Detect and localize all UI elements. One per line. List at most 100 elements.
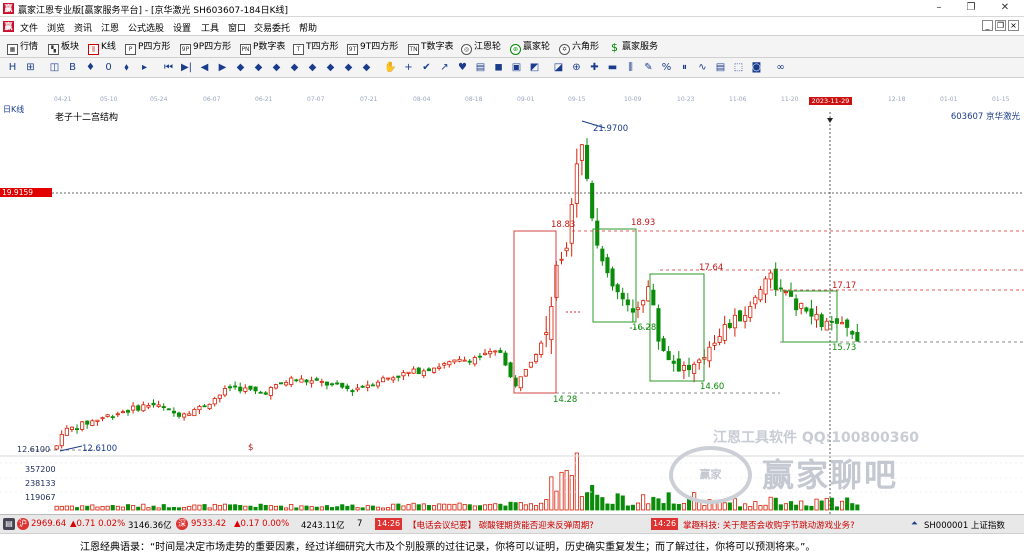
toolbar-9t-square-button[interactable]: 9T 9T四方形	[347, 40, 398, 55]
mdi-restore-button[interactable]: ❐	[995, 20, 1006, 31]
candle-body	[738, 310, 743, 322]
toolbar-p-table-button[interactable]: PN P数字表	[240, 40, 285, 55]
candle-body	[258, 391, 263, 394]
toolbar-quotes-button[interactable]: ▦ 行情	[7, 40, 38, 55]
draw-tool-icon[interactable]: ◆	[360, 61, 373, 74]
draw-tool-icon[interactable]: +	[402, 61, 415, 74]
period-button[interactable]: 日K线	[3, 104, 24, 115]
volume-bar	[340, 504, 345, 511]
draw-tool-icon[interactable]: ⊞	[24, 61, 37, 74]
volume-bar	[528, 503, 533, 511]
draw-tool-icon[interactable]: ◩	[528, 61, 541, 74]
menu-help[interactable]: 帮助	[299, 21, 317, 34]
draw-tool-icon[interactable]: ✔	[420, 61, 433, 74]
volume-bar	[738, 506, 743, 511]
menu-file[interactable]: 文件	[20, 21, 38, 34]
draw-tool-icon[interactable]: ♥	[456, 61, 469, 74]
draw-tool-icon[interactable]: B	[66, 61, 79, 74]
candle-body	[671, 360, 676, 364]
close-button[interactable]: ✕	[998, 2, 1012, 14]
toolbar-hexagon-button[interactable]: ✡ 六角形	[559, 40, 599, 55]
menu-window[interactable]: 窗口	[228, 21, 246, 34]
app-menu-icon[interactable]: 赢	[3, 21, 14, 32]
toolbar-kline-button[interactable]: ⫼ K线	[88, 40, 116, 55]
draw-tool-icon[interactable]: ∿	[696, 61, 709, 74]
draw-tool-icon[interactable]: ✋	[384, 61, 397, 74]
draw-tool-icon[interactable]: ⊕	[570, 61, 583, 74]
draw-tool-icon[interactable]: ⫼	[624, 61, 637, 74]
toolbar-t-square-button[interactable]: T T四方形	[293, 40, 339, 55]
draw-tool-icon[interactable]: ▣	[510, 61, 523, 74]
draw-tool-icon[interactable]: ◆	[324, 61, 337, 74]
candle-body	[59, 433, 64, 447]
draw-tool-icon[interactable]: ◀	[198, 61, 211, 74]
draw-tool-icon[interactable]: ∞	[774, 61, 787, 74]
menu-info[interactable]: 资讯	[74, 21, 92, 34]
toolbar-gann-wheel-button[interactable]: ◎ 江恩轮	[461, 40, 501, 55]
menu-formula[interactable]: 公式选股	[128, 21, 164, 34]
toolbar-p-square-button[interactable]: P P四方形	[125, 40, 170, 55]
draw-tool-icon[interactable]: ✚	[588, 61, 601, 74]
volume-bar	[360, 507, 365, 511]
draw-tool-icon[interactable]: ◼	[492, 61, 505, 74]
news-headline[interactable]: 掌趣科技: 关于是否会收购字节跳动游戏业务?	[683, 519, 913, 531]
draw-tool-icon[interactable]: ◪	[552, 61, 565, 74]
minimize-button[interactable]: –	[932, 2, 946, 14]
candle-body	[416, 367, 421, 374]
draw-tool-icon[interactable]: ▤	[714, 61, 727, 74]
news-headline[interactable]: 【电话会议纪要】 碳酸锂期货能否迎来反弹周期?	[408, 519, 594, 531]
draw-tool-icon[interactable]: ▶|	[180, 61, 193, 74]
toolbar-sectors-button[interactable]: ▚ 板块	[48, 40, 79, 55]
draw-tool-icon[interactable]: ◆	[234, 61, 247, 74]
sz-index-value: 9533.42	[191, 519, 227, 529]
winner-wheel-icon: ⊛	[510, 44, 521, 55]
draw-tool-icon[interactable]: ◆	[288, 61, 301, 74]
menu-settings[interactable]: 设置	[173, 21, 191, 34]
menu-tools[interactable]: 工具	[201, 21, 219, 34]
toolbar-service-button[interactable]: $ 赢家服务	[609, 40, 658, 54]
draw-tool-icon[interactable]: ⬚	[732, 61, 745, 74]
restore-button[interactable]: ❐	[964, 2, 978, 14]
toolbar-winner-wheel-button[interactable]: ⊛ 赢家轮	[510, 40, 550, 55]
draw-tool-icon[interactable]: ▤	[474, 61, 487, 74]
draw-tool-icon[interactable]: ⬧	[120, 61, 133, 74]
draw-tool-icon[interactable]: ♦	[84, 61, 97, 74]
draw-tool-icon[interactable]: ↗	[438, 61, 451, 74]
volume-bar	[411, 502, 416, 511]
sh-index-change: ▲0.71 0.02%	[70, 519, 126, 529]
volume-bar	[115, 505, 120, 511]
volume-bar	[824, 497, 829, 511]
menu-browse[interactable]: 浏览	[47, 21, 65, 34]
volume-bar	[69, 505, 75, 511]
volume-bar	[314, 506, 319, 511]
draw-tool-icon[interactable]: ◆	[270, 61, 283, 74]
volume-bar	[768, 496, 773, 511]
draw-tool-icon[interactable]: ◫	[48, 61, 61, 74]
draw-tool-icon[interactable]: ▬	[606, 61, 619, 74]
menu-trade[interactable]: 交易委托	[254, 21, 290, 34]
candle-body	[636, 307, 641, 310]
draw-tool-icon[interactable]: ⏮	[162, 61, 175, 74]
draw-tool-icon[interactable]: ◆	[252, 61, 265, 74]
volume-bar	[574, 452, 579, 511]
draw-tool-icon[interactable]: H	[6, 61, 19, 74]
draw-tool-icon[interactable]: 0	[102, 61, 115, 74]
volume-bar	[120, 506, 126, 511]
menu-gann[interactable]: 江恩	[101, 21, 119, 34]
index-switch-icon[interactable]: ⏶	[911, 519, 918, 529]
mdi-minimize-button[interactable]: _	[982, 20, 993, 31]
index-code[interactable]: SH000001 上证指数	[924, 519, 1005, 531]
mdi-close-button[interactable]: ×	[1008, 20, 1019, 31]
draw-tool-icon[interactable]: ◆	[342, 61, 355, 74]
draw-tool-icon[interactable]: %	[660, 61, 673, 74]
toolbar-9p-square-button[interactable]: 9P 9P四方形	[180, 40, 231, 55]
draw-tool-icon[interactable]: ▸	[138, 61, 151, 74]
draw-tool-icon[interactable]: ◙	[750, 61, 763, 74]
draw-tool-icon[interactable]: ▶	[216, 61, 229, 74]
draw-tool-icon[interactable]: ✎	[642, 61, 655, 74]
layout-icon[interactable]: ▤	[3, 518, 15, 530]
draw-tool-icon[interactable]: ⏸	[678, 61, 691, 74]
candle-body	[630, 308, 635, 313]
draw-tool-icon[interactable]: ◆	[306, 61, 319, 74]
toolbar-t-table-button[interactable]: TN T数字表	[408, 40, 454, 55]
